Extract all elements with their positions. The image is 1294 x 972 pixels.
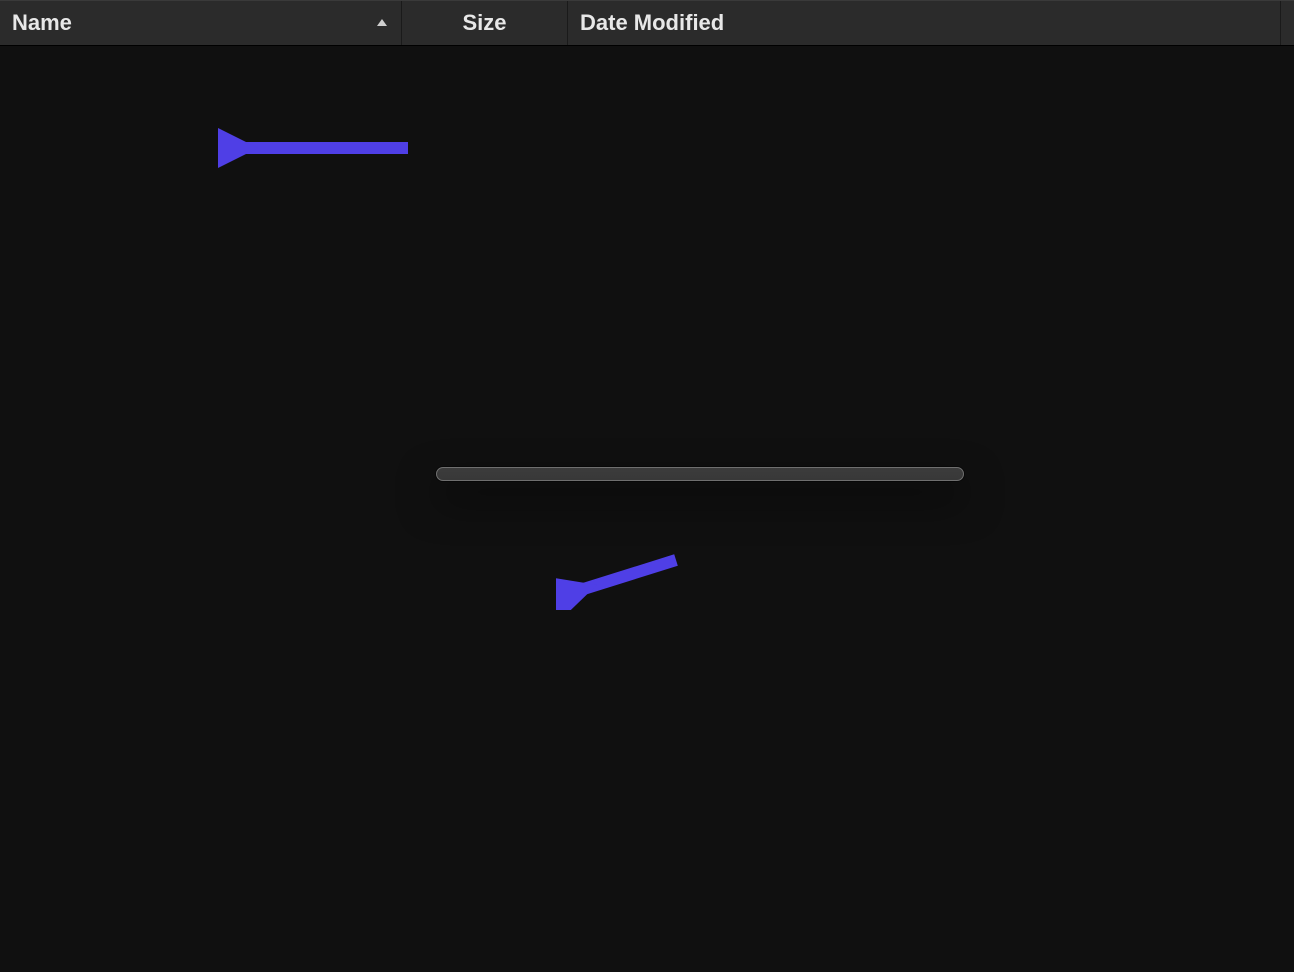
sort-indicator-icon: [375, 16, 389, 30]
annotation-arrow-icon: [556, 550, 696, 610]
column-header-size-label: Size: [462, 10, 506, 36]
context-menu: [436, 467, 964, 481]
column-header-name-label: Name: [12, 10, 72, 36]
column-header-name[interactable]: Name: [0, 1, 402, 45]
column-header-date-label: Date Modified: [580, 10, 724, 36]
column-header-size[interactable]: Size: [402, 1, 568, 45]
column-header-spacer: [1281, 1, 1294, 45]
column-header-row: Name Size Date Modified: [0, 0, 1294, 46]
annotation-arrow-icon: [218, 128, 418, 168]
column-header-date[interactable]: Date Modified: [568, 1, 1281, 45]
